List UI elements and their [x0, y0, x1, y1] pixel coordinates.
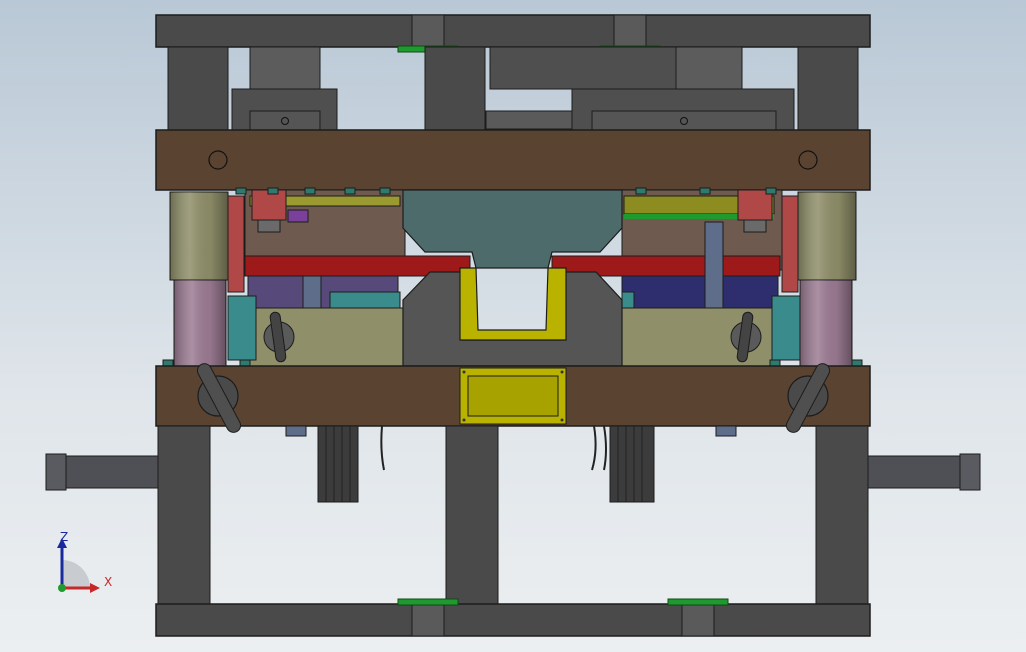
x-axis-arrow [90, 583, 100, 593]
top-clamp-plate [155, 14, 871, 48]
guide-block-left [317, 425, 359, 503]
z-axis-label: Z [60, 530, 69, 544]
pillar-right-pink-shade [800, 280, 852, 366]
side-shaft-right-cap [959, 453, 981, 491]
teal-block-left [329, 291, 401, 309]
top-clamp-slot-right [613, 14, 647, 48]
upper-spacer [485, 110, 573, 130]
purple-detail-left [287, 209, 309, 223]
bolt-head-left [257, 219, 281, 233]
x-axis-label: X [104, 575, 113, 589]
lower-left-post [157, 425, 211, 607]
pin-right [715, 425, 737, 437]
mold-assembly-drawing[interactable] [0, 0, 1026, 652]
pillar-left-pink-shade [174, 280, 226, 366]
cable-right-2 [603, 425, 607, 471]
molded-part [459, 267, 567, 341]
teal-block-right [621, 291, 635, 309]
upper-left-post [167, 46, 229, 133]
bolt-head-right [743, 219, 767, 233]
nameplate-inner [467, 375, 559, 417]
bottom-slot-right [681, 603, 715, 637]
red-rod-left [227, 195, 245, 293]
lower-center-post [445, 425, 499, 607]
cavity-plate [155, 129, 871, 191]
cad-viewport[interactable]: Z X [0, 0, 1026, 652]
green-locator-bottom-left [397, 598, 459, 606]
upper-housing-right-inner [591, 110, 777, 133]
bottom-clamp-plate [155, 603, 871, 637]
upper-right-post [797, 46, 859, 133]
ejector-rod-left [302, 275, 322, 309]
upper-center-block [489, 46, 681, 90]
origin-dot [58, 584, 66, 592]
cable-right [591, 425, 597, 471]
navy-plate-right [621, 275, 779, 309]
lower-right-post [815, 425, 869, 607]
red-rod-right [781, 195, 799, 293]
pillar-left-shade [170, 192, 228, 280]
green-locator-bottom-right [667, 598, 729, 606]
upper-center-post [424, 46, 486, 133]
cable-left [380, 425, 385, 471]
hydraulic-cylinder-left [227, 295, 257, 361]
triad-arc [62, 560, 90, 588]
upper-block-left [249, 46, 321, 90]
axis-triad-icon: Z X [52, 530, 116, 596]
pin-left [285, 425, 307, 437]
top-clamp-slot-left [411, 14, 445, 48]
bottom-slot-left [411, 603, 445, 637]
ejector-rod-right [704, 221, 724, 309]
pillar-right-shade [798, 192, 856, 280]
guide-block-right [609, 425, 655, 503]
upper-housing-left-inner [249, 110, 321, 133]
side-shaft-left-cap [45, 453, 67, 491]
core-insert [402, 271, 623, 367]
upper-block-right [675, 46, 743, 90]
hydraulic-cylinder-right [771, 295, 801, 361]
